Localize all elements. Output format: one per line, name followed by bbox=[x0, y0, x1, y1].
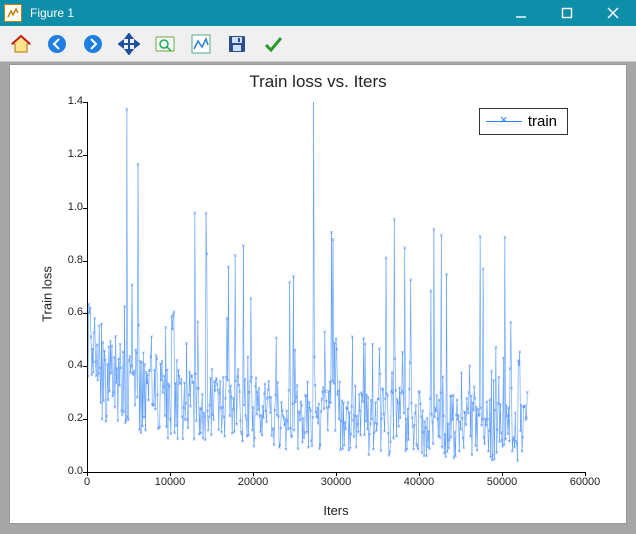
minimize-button[interactable] bbox=[498, 0, 544, 26]
arrow-left-icon bbox=[46, 33, 68, 55]
save-icon bbox=[226, 33, 248, 55]
x-tick-label: 10000 bbox=[147, 476, 193, 488]
home-icon bbox=[10, 33, 32, 55]
x-tick-label: 40000 bbox=[396, 476, 442, 488]
back-button[interactable] bbox=[44, 31, 70, 57]
toolbar bbox=[0, 26, 636, 62]
maximize-button[interactable] bbox=[544, 0, 590, 26]
app-icon bbox=[0, 0, 26, 26]
y-tick-label: 1.4 bbox=[47, 95, 83, 107]
x-tick-label: 20000 bbox=[230, 476, 276, 488]
line-series: ××××××××××××××××××××××××××××××××××××××××… bbox=[88, 102, 586, 472]
legend-marker bbox=[486, 121, 522, 122]
figure-canvas-area: Train loss vs. Iters Train loss Iters ××… bbox=[0, 62, 636, 534]
svg-text:×: × bbox=[525, 391, 529, 397]
home-button[interactable] bbox=[8, 31, 34, 57]
zoom-button[interactable] bbox=[152, 31, 178, 57]
y-tick-label: 1.2 bbox=[47, 148, 83, 160]
y-tick-label: 0.6 bbox=[47, 306, 83, 318]
window-title: Figure 1 bbox=[30, 6, 498, 20]
subplots-button[interactable] bbox=[188, 31, 214, 57]
figure-canvas[interactable]: Train loss vs. Iters Train loss Iters ××… bbox=[9, 64, 627, 524]
legend: train bbox=[479, 108, 568, 135]
x-tick-label: 60000 bbox=[562, 476, 608, 488]
x-tick-label: 0 bbox=[64, 476, 110, 488]
zoom-icon bbox=[154, 33, 176, 55]
pan-button[interactable] bbox=[116, 31, 142, 57]
save-button[interactable] bbox=[224, 31, 250, 57]
y-tick-label: 1.0 bbox=[47, 201, 83, 213]
y-tick-label: 0.8 bbox=[47, 254, 83, 266]
window-controls bbox=[498, 0, 636, 26]
y-tick-label: 0.2 bbox=[47, 412, 83, 424]
figure-window: Figure 1 bbox=[0, 0, 636, 534]
legend-entry: train bbox=[528, 113, 557, 130]
y-tick-label: 0.4 bbox=[47, 359, 83, 371]
titlebar: Figure 1 bbox=[0, 0, 636, 26]
subplots-icon bbox=[190, 33, 212, 55]
x-tick-label: 30000 bbox=[313, 476, 359, 488]
check-icon bbox=[262, 33, 284, 55]
close-button[interactable] bbox=[590, 0, 636, 26]
axes: ××××××××××××××××××××××××××××××××××××××××… bbox=[87, 102, 586, 473]
x-axis-label: Iters bbox=[87, 503, 585, 518]
chart-title: Train loss vs. Iters bbox=[9, 72, 627, 92]
forward-button[interactable] bbox=[80, 31, 106, 57]
x-tick-label: 50000 bbox=[479, 476, 525, 488]
customize-button[interactable] bbox=[260, 31, 286, 57]
arrow-right-icon bbox=[82, 33, 104, 55]
move-icon bbox=[118, 33, 140, 55]
